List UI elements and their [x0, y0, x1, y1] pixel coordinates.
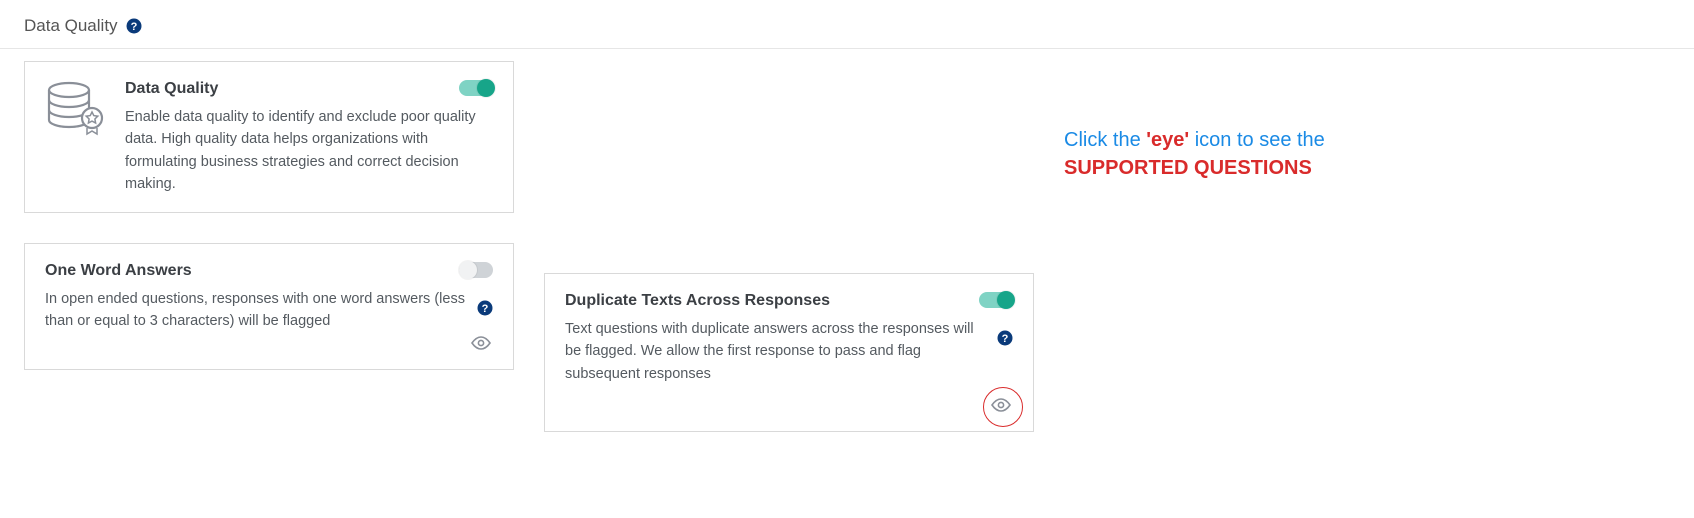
page-title: Data Quality	[24, 16, 118, 36]
card-description: Text questions with duplicate answers ac…	[565, 318, 987, 385]
toggle-duplicate-texts[interactable]	[979, 292, 1013, 308]
toggle-data-quality[interactable]	[459, 80, 493, 96]
eye-icon[interactable]	[989, 396, 1013, 419]
annotation-line-1: Click the 'eye' icon to see the	[1064, 126, 1325, 154]
help-icon[interactable]: ?	[126, 18, 142, 34]
card-description: In open ended questions, responses with …	[45, 288, 467, 333]
help-icon[interactable]: ?	[477, 300, 493, 316]
column-right: ? Duplicate Texts Across Responses Text …	[544, 273, 1034, 432]
card-description: Enable data quality to identify and excl…	[125, 106, 493, 196]
eye-icon[interactable]	[469, 334, 493, 357]
card-data-quality: Data Quality Enable data quality to iden…	[24, 61, 514, 213]
content-area: Data Quality Enable data quality to iden…	[0, 49, 1694, 444]
help-icon[interactable]: ?	[997, 330, 1013, 346]
svg-text:?: ?	[130, 21, 137, 33]
card-duplicate-texts: ? Duplicate Texts Across Responses Text …	[544, 273, 1034, 432]
card-title: One Word Answers	[45, 262, 467, 280]
page-header: Data Quality ?	[0, 0, 1694, 49]
annotation-note: Click the 'eye' icon to see the SUPPORTE…	[1064, 126, 1325, 182]
card-columns: Data Quality Enable data quality to iden…	[24, 61, 1034, 432]
annotation-line-2: SUPPORTED QUESTIONS	[1064, 154, 1325, 182]
toggle-one-word-answers[interactable]	[459, 262, 493, 278]
card-one-word-answers: ? One Word Answers In open ended questio…	[24, 243, 514, 370]
database-quality-icon	[45, 80, 107, 143]
column-left: Data Quality Enable data quality to iden…	[24, 61, 514, 370]
annotation-text: icon to see the	[1189, 129, 1325, 151]
annotation-eye-word: eye	[1151, 129, 1184, 151]
svg-text:?: ?	[1002, 333, 1009, 345]
annotation-text: Click the	[1064, 129, 1146, 151]
card-title: Data Quality	[125, 80, 493, 98]
svg-text:?: ?	[482, 303, 489, 315]
card-title: Duplicate Texts Across Responses	[565, 292, 987, 310]
